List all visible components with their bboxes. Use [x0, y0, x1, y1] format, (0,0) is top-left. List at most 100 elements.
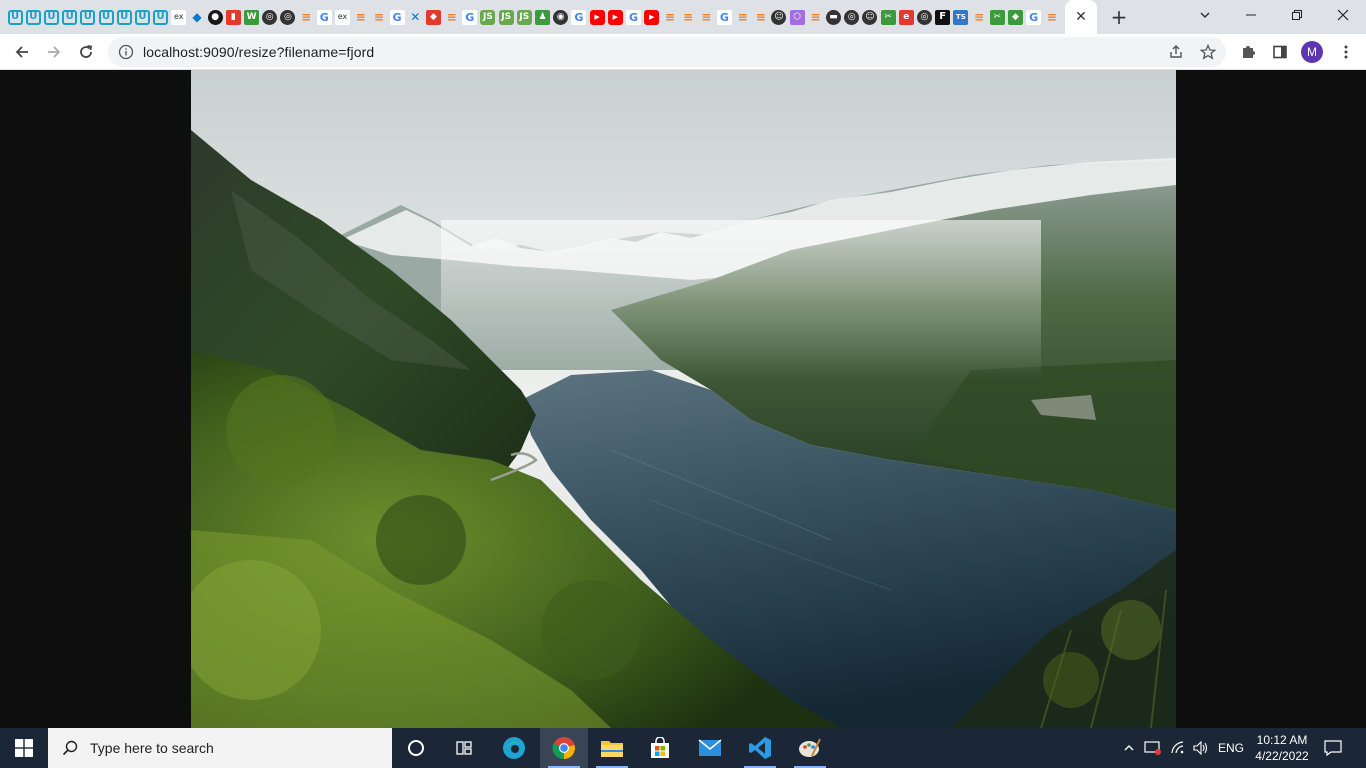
browser-tab[interactable]: ex [333, 7, 351, 27]
browser-tab[interactable]: U [97, 7, 115, 27]
browser-tab[interactable]: ● [206, 7, 224, 27]
browser-tab[interactable]: ◎ [915, 7, 933, 27]
browser-tab[interactable]: ☺ [770, 7, 788, 27]
side-panel-button[interactable] [1266, 38, 1294, 66]
taskbar-chrome[interactable] [540, 728, 588, 768]
tray-network[interactable] [1168, 728, 1190, 768]
browser-tab[interactable]: ▶ [643, 7, 661, 27]
browser-tab[interactable]: ✕ [406, 7, 424, 27]
taskbar-edge[interactable] [490, 728, 538, 768]
browser-tab[interactable]: U [24, 7, 42, 27]
browser-tab[interactable]: ▮ [224, 7, 242, 27]
active-tab[interactable]: ✕ [1065, 0, 1097, 34]
taskbar-paint[interactable] [786, 728, 834, 768]
browser-tab[interactable]: G [315, 7, 333, 27]
browser-tab[interactable]: U [115, 7, 133, 27]
browser-tab[interactable]: ≡ [370, 7, 388, 27]
browser-tab[interactable]: ▬ [824, 7, 842, 27]
browser-tab[interactable]: ≡ [352, 7, 370, 27]
taskbar-vscode[interactable] [736, 728, 784, 768]
url-text[interactable]: localhost:9090/resize?filename=fjord [143, 44, 374, 60]
favicon-so-icon: ≡ [373, 10, 384, 24]
browser-tab[interactable]: G [570, 7, 588, 27]
browser-tab[interactable]: ≡ [806, 7, 824, 27]
profile-avatar[interactable]: M [1301, 41, 1323, 63]
browser-tab[interactable]: ◎ [279, 7, 297, 27]
browser-tab[interactable]: U [6, 7, 24, 27]
address-bar[interactable]: localhost:9090/resize?filename=fjord [108, 37, 1226, 67]
tray-volume[interactable] [1190, 728, 1212, 768]
browser-tab[interactable]: JS [515, 7, 533, 27]
reload-button[interactable] [72, 38, 100, 66]
browser-tab[interactable]: JS [497, 7, 515, 27]
share-icon[interactable] [1168, 44, 1184, 60]
tray-language[interactable]: ENG [1214, 728, 1248, 768]
browser-tab[interactable]: ✂ [988, 7, 1006, 27]
browser-tab[interactable]: G [461, 7, 479, 27]
extensions-button[interactable] [1234, 38, 1262, 66]
browser-tab[interactable]: ≡ [1043, 7, 1061, 27]
browser-tab[interactable]: ♟ [533, 7, 551, 27]
browser-tab[interactable]: ◉ [552, 7, 570, 27]
browser-tab[interactable]: ≡ [679, 7, 697, 27]
favicon-yt-icon: ▶ [589, 9, 605, 25]
browser-tab[interactable]: ≡ [661, 7, 679, 27]
browser-tab[interactable]: ▶ [588, 7, 606, 27]
browser-tab[interactable]: G [388, 7, 406, 27]
windows-logo-icon [15, 739, 33, 757]
browser-tab[interactable]: ex [170, 7, 188, 27]
browser-tab[interactable]: ◎ [843, 7, 861, 27]
favicon-ex-icon: ex [334, 9, 350, 25]
browser-tab[interactable]: TS [952, 7, 970, 27]
browser-tab[interactable]: U [42, 7, 60, 27]
browser-tab[interactable]: ▶ [606, 7, 624, 27]
browser-tab[interactable]: U [61, 7, 79, 27]
close-window-button[interactable] [1320, 0, 1366, 30]
minimize-button[interactable] [1228, 0, 1274, 30]
back-button[interactable] [8, 38, 36, 66]
browser-tab[interactable]: W [242, 7, 260, 27]
taskbar-store[interactable] [636, 728, 684, 768]
taskbar-file-explorer[interactable] [588, 728, 636, 768]
browser-tab[interactable]: ☺ [861, 7, 879, 27]
browser-tab[interactable]: ≡ [297, 7, 315, 27]
browser-tab[interactable]: ≡ [970, 7, 988, 27]
start-button[interactable] [0, 728, 48, 768]
browser-tab[interactable]: ◆ [424, 7, 442, 27]
browser-tab[interactable]: U [133, 7, 151, 27]
new-tab-button[interactable]: + [1108, 5, 1130, 29]
bookmark-star-icon[interactable] [1200, 44, 1216, 60]
browser-tab[interactable]: ◎ [261, 7, 279, 27]
browser-tab[interactable]: JS [479, 7, 497, 27]
tab-search-button[interactable] [1182, 0, 1228, 30]
tray-clock[interactable]: 10:12 AM 4/22/2022 [1248, 732, 1316, 764]
browser-tab[interactable]: ≡ [734, 7, 752, 27]
browser-tab[interactable]: G [624, 7, 642, 27]
info-icon[interactable] [118, 44, 134, 60]
browser-tab[interactable]: U [79, 7, 97, 27]
chrome-menu-button[interactable] [1332, 38, 1360, 66]
close-tab-icon[interactable]: ✕ [1075, 9, 1087, 25]
browser-tab[interactable]: ≡ [752, 7, 770, 27]
restore-button[interactable] [1274, 0, 1320, 30]
browser-tab[interactable]: e [897, 7, 915, 27]
browser-tab[interactable]: ≡ [697, 7, 715, 27]
show-hidden-icons[interactable] [1120, 728, 1138, 768]
browser-tab[interactable]: G [1025, 7, 1043, 27]
action-center-button[interactable] [1318, 728, 1348, 768]
browser-tab[interactable]: ◆ [1006, 7, 1024, 27]
browser-tab[interactable]: ✂ [879, 7, 897, 27]
task-view-button[interactable] [440, 728, 488, 768]
browser-tab[interactable]: U [152, 7, 170, 27]
taskbar-mail[interactable] [686, 728, 734, 768]
browser-tab[interactable]: F [934, 7, 952, 27]
browser-tab[interactable]: ≡ [443, 7, 461, 27]
cortana-button[interactable] [392, 728, 440, 768]
taskbar-search-box[interactable]: Type here to search [48, 728, 392, 768]
browser-tab[interactable]: ◆ [188, 7, 206, 27]
browser-tab[interactable]: G [715, 7, 733, 27]
forward-button[interactable] [40, 38, 68, 66]
browser-tab[interactable]: ⬡ [788, 7, 806, 27]
tray-meet-now[interactable] [1142, 728, 1164, 768]
mail-icon [698, 739, 722, 756]
